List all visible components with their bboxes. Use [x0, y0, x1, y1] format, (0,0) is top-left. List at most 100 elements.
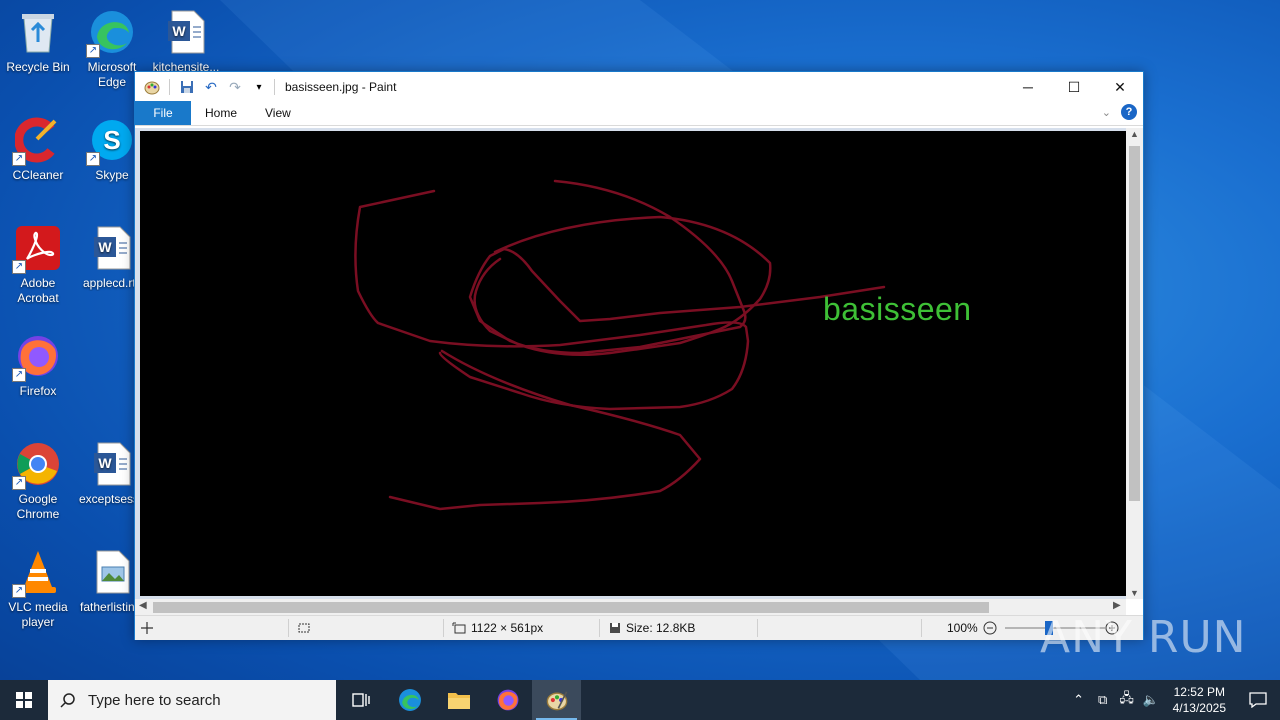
- paint-icon: [546, 691, 567, 711]
- paint-app-icon[interactable]: [143, 78, 161, 96]
- taskbar: Type here to search ⌃ ⧉ 🖧 🔈 12:52 PM 4/1…: [0, 680, 1280, 720]
- maximize-button[interactable]: ☐: [1051, 72, 1097, 102]
- notification-center-button[interactable]: [1236, 680, 1280, 720]
- tab-home[interactable]: Home: [191, 101, 251, 125]
- vlc-icon: ↗: [12, 548, 62, 598]
- acrobat-icon: ↗: [12, 224, 62, 274]
- scribble-drawing: [354, 179, 886, 511]
- shortcut-arrow-icon: ↗: [12, 260, 26, 274]
- tab-file[interactable]: File: [135, 101, 191, 125]
- anyrun-watermark: ANY RUN: [1040, 612, 1247, 663]
- desktop-icon-label: VLC media player: [8, 600, 68, 629]
- desktop-icon-label: Firefox: [19, 384, 57, 398]
- shortcut-arrow-icon: ↗: [12, 152, 26, 166]
- horizontal-scrollbar[interactable]: ◀ ▶: [135, 599, 1126, 615]
- taskbar-paint[interactable]: [532, 680, 581, 720]
- image-dimensions: 1122 × 561px: [452, 616, 543, 640]
- taskbar-search-box[interactable]: Type here to search: [48, 680, 336, 720]
- volume-icon[interactable]: 🔈: [1139, 692, 1163, 708]
- network-icon[interactable]: 🖧: [1115, 689, 1139, 711]
- close-button[interactable]: ✕: [1097, 72, 1143, 102]
- notification-icon: [1249, 692, 1267, 708]
- paint-window: ↶ ↷ ▾ basisseen.jpg - Paint ─ ☐ ✕ File H…: [134, 71, 1144, 640]
- desktop-icon-label: CCleaner: [12, 168, 64, 182]
- edge-icon: ↗: [86, 8, 136, 58]
- help-icon[interactable]: ?: [1121, 104, 1137, 120]
- zoom-out-icon[interactable]: [983, 616, 997, 640]
- desktop-icon-recycle-bin[interactable]: Recycle Bin: [0, 8, 76, 75]
- desktop-icon-label: Google Chrome: [16, 492, 60, 521]
- red-scribble-strokes: [354, 179, 886, 511]
- scroll-right-icon[interactable]: ▶: [1113, 600, 1121, 611]
- desktop-icon-google-chrome[interactable]: ↗ Google Chrome: [0, 440, 76, 522]
- undo-icon[interactable]: ↶: [202, 78, 220, 96]
- redo-icon[interactable]: ↷: [226, 78, 244, 96]
- edge-icon: [398, 689, 421, 711]
- desktop-icon-firefox[interactable]: ↗ Firefox: [0, 332, 76, 399]
- vertical-scrollbar[interactable]: ▲ ▼: [1126, 128, 1143, 599]
- file-size-text: Size: 12.8KB: [626, 621, 696, 635]
- tab-view[interactable]: View: [251, 101, 305, 125]
- customize-toolbar-icon[interactable]: ▾: [250, 78, 268, 96]
- status-divider: [288, 619, 289, 637]
- shortcut-arrow-icon: ↗: [86, 152, 100, 166]
- image-dimensions-text: 1122 × 561px: [471, 621, 544, 635]
- scroll-left-icon[interactable]: ◀: [139, 600, 147, 611]
- taskbar-file-explorer[interactable]: [434, 680, 483, 720]
- scroll-down-icon[interactable]: ▼: [1126, 588, 1143, 598]
- expand-ribbon-icon[interactable]: ⌄: [1102, 106, 1111, 119]
- toolbar-divider: [169, 79, 170, 95]
- desktop-icon-adobe-acrobat[interactable]: ↗ Adobe Acrobat: [0, 224, 76, 306]
- file-size: Size: 12.8KB: [609, 616, 695, 640]
- image-size-icon: [452, 622, 466, 634]
- scroll-up-icon[interactable]: ▲: [1126, 129, 1143, 139]
- shortcut-arrow-icon: ↗: [12, 476, 26, 490]
- desktop-icon-vlc[interactable]: ↗ VLC media player: [0, 548, 76, 630]
- word-document-icon: W: [88, 224, 136, 272]
- word-document-icon: W: [162, 8, 210, 56]
- chrome-icon: ↗: [12, 440, 62, 490]
- svg-text:W: W: [98, 455, 112, 471]
- firefox-icon: ↗: [12, 332, 62, 382]
- canvas-text-basisseen: basisseen: [823, 291, 972, 327]
- show-hidden-icons-icon[interactable]: ⌃: [1067, 692, 1091, 708]
- save-icon[interactable]: [178, 78, 196, 96]
- selection-size-icon: [297, 616, 311, 640]
- status-divider: [599, 619, 600, 637]
- status-bar: 1122 × 561px Size: 12.8KB 100%: [135, 615, 1143, 640]
- clock[interactable]: 12:52 PM 4/13/2025: [1163, 684, 1236, 716]
- minimize-button[interactable]: ─: [1005, 72, 1051, 102]
- cursor-position-icon: [141, 616, 153, 640]
- clock-date: 4/13/2025: [1172, 701, 1226, 715]
- taskbar-edge[interactable]: [385, 680, 434, 720]
- title-bar: ↶ ↷ ▾ basisseen.jpg - Paint ─ ☐ ✕: [135, 72, 1143, 102]
- ccleaner-icon: ↗: [12, 116, 62, 166]
- quick-access-toolbar: ↶ ↷ ▾: [135, 78, 268, 96]
- svg-text:W: W: [172, 23, 186, 39]
- title-divider: [274, 79, 275, 95]
- status-divider: [443, 619, 444, 637]
- horizontal-scroll-thumb[interactable]: [153, 602, 989, 613]
- desktop-icon-label: Adobe Acrobat: [17, 276, 59, 305]
- desktop-icon-ccleaner[interactable]: ↗ CCleaner: [0, 116, 76, 183]
- canvas-workspace: basisseen ▲ ▼: [135, 128, 1143, 599]
- taskbar-firefox[interactable]: [483, 680, 532, 720]
- disk-icon: [610, 623, 620, 633]
- task-view-button[interactable]: [336, 680, 385, 720]
- firefox-icon: [497, 689, 518, 711]
- windows-logo-icon: [16, 692, 32, 708]
- search-placeholder: Type here to search: [88, 691, 221, 709]
- ribbon-tabs: File Home View ⌄ ?: [135, 101, 1143, 126]
- status-divider: [921, 619, 922, 637]
- start-button[interactable]: [0, 680, 48, 720]
- recycle-bin-icon: [14, 8, 62, 56]
- shortcut-arrow-icon: ↗: [12, 584, 26, 598]
- status-divider: [757, 619, 758, 637]
- drawing-canvas[interactable]: basisseen: [140, 131, 1127, 596]
- tray-app-icon[interactable]: ⧉: [1091, 692, 1115, 708]
- desktop-icon-kitchensite[interactable]: W kitchensite...: [148, 8, 224, 75]
- svg-text:S: S: [103, 125, 120, 155]
- svg-text:W: W: [98, 239, 112, 255]
- folder-icon: [447, 693, 470, 709]
- vertical-scroll-thumb[interactable]: [1129, 146, 1140, 501]
